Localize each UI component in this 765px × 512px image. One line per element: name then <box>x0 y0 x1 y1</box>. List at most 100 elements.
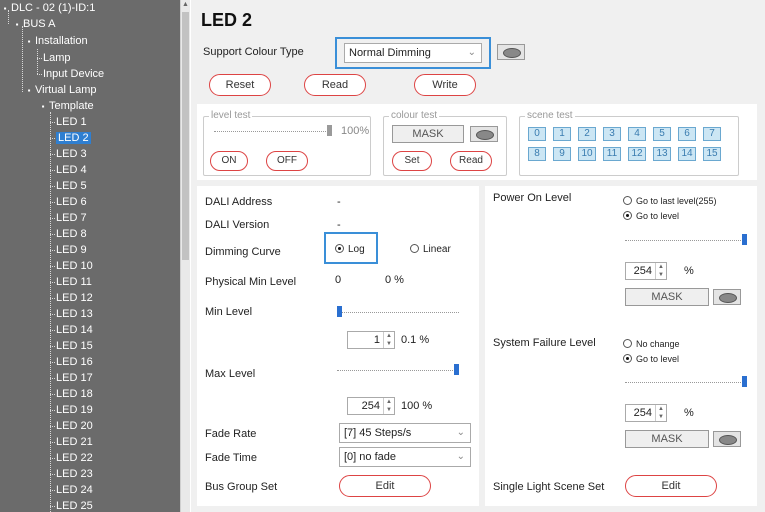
collapse-icon[interactable]: ▪ <box>26 83 32 99</box>
tree-item-led[interactable]: LED 8 <box>56 226 87 242</box>
system-failure-no-change-radio[interactable]: No change <box>623 339 680 349</box>
power-on-go-to-level-radio[interactable]: Go to level <box>623 211 679 221</box>
tree-item-led[interactable]: LED 4 <box>56 162 87 178</box>
colour-read-button[interactable]: Read <box>450 151 492 171</box>
tree-item-input-device[interactable]: Input Device <box>43 66 104 82</box>
radio-unchecked-icon <box>623 339 632 348</box>
slider-thumb[interactable] <box>454 364 459 375</box>
eye-icon[interactable] <box>713 431 741 447</box>
tree-item-led[interactable]: LED 24 <box>56 482 93 498</box>
system-failure-slider[interactable] <box>625 376 747 387</box>
off-button[interactable]: OFF <box>266 151 308 171</box>
tree-item-led[interactable]: LED 19 <box>56 402 93 418</box>
set-button[interactable]: Set <box>392 151 432 171</box>
scroll-up-icon[interactable]: ▲ <box>182 1 189 9</box>
scene-button[interactable]: 2 <box>578 127 596 141</box>
system-failure-input[interactable]: 254 ▲ ▼ <box>625 404 667 422</box>
tree-item-led[interactable]: LED 6 <box>56 194 87 210</box>
power-on-slider[interactable] <box>625 234 747 245</box>
tree-item-led[interactable]: LED 5 <box>56 178 87 194</box>
scene-button[interactable]: 7 <box>703 127 721 141</box>
max-level-input[interactable]: 254 ▲ ▼ <box>347 397 395 415</box>
tree-item-led[interactable]: LED 12 <box>56 290 93 306</box>
collapse-icon[interactable]: ▪ <box>26 34 32 50</box>
spinner-icon[interactable]: ▲ ▼ <box>383 332 394 348</box>
tree-item-bus[interactable]: ▪ BUS A <box>14 16 56 33</box>
slider-thumb[interactable] <box>742 234 747 245</box>
min-level-slider[interactable] <box>337 306 459 317</box>
scene-button[interactable]: 4 <box>628 127 646 141</box>
fade-time-select[interactable]: [0] no fade ⌄ <box>339 447 471 467</box>
tree-item-virtual-lamp[interactable]: ▪ Virtual Lamp <box>26 82 97 98</box>
collapse-icon[interactable]: ▪ <box>40 99 46 115</box>
tree-item-led[interactable]: LED 22 <box>56 450 93 466</box>
fade-rate-select[interactable]: [7] 45 Steps/s ⌄ <box>339 423 471 443</box>
tree-item-led[interactable]: LED 11 <box>56 274 92 290</box>
single-scene-edit-button[interactable]: Edit <box>625 475 717 497</box>
tree-item-led[interactable]: LED 13 <box>56 306 93 322</box>
spinner-icon[interactable]: ▲ ▼ <box>655 405 666 421</box>
read-button[interactable]: Read <box>304 74 366 96</box>
scene-button[interactable]: 12 <box>628 147 646 161</box>
scene-button[interactable]: 13 <box>653 147 671 161</box>
collapse-icon[interactable]: ▪ <box>14 17 20 33</box>
collapse-icon[interactable]: ▪ <box>2 1 8 17</box>
tree-item-led[interactable]: LED 10 <box>56 258 93 274</box>
scene-button[interactable]: 5 <box>653 127 671 141</box>
max-level-slider[interactable] <box>337 364 459 375</box>
tree-item-led[interactable]: LED 15 <box>56 338 93 354</box>
bus-group-edit-button[interactable]: Edit <box>339 475 431 497</box>
scene-button[interactable]: 3 <box>603 127 621 141</box>
tree-item-led[interactable]: LED 23 <box>56 466 93 482</box>
power-on-input[interactable]: 254 ▲ ▼ <box>625 262 667 280</box>
scene-button[interactable]: 9 <box>553 147 571 161</box>
eye-icon[interactable] <box>497 44 525 60</box>
tree-item-led[interactable]: LED 1 <box>56 114 87 130</box>
tree-item-led[interactable]: LED 18 <box>56 386 93 402</box>
scene-button[interactable]: 1 <box>553 127 571 141</box>
tree-item-led[interactable]: LED 21 <box>56 434 93 450</box>
power-on-last-level-radio[interactable]: Go to last level(255) <box>623 196 717 206</box>
log-radio[interactable]: Log <box>335 244 365 255</box>
colour-type-select[interactable]: Normal Dimming ⌄ <box>344 43 482 63</box>
spinner-icon[interactable]: ▲ ▼ <box>383 398 394 414</box>
tree-item-template[interactable]: ▪ Template <box>40 98 94 114</box>
scene-button[interactable]: 6 <box>678 127 696 141</box>
tree-item-led[interactable]: LED 16 <box>56 354 93 370</box>
linear-radio[interactable]: Linear <box>410 244 451 255</box>
tree-item-led[interactable]: LED 9 <box>56 242 87 258</box>
tree-item-led[interactable]: LED 7 <box>56 210 87 226</box>
scene-button[interactable]: 10 <box>578 147 596 161</box>
level-test-slider[interactable] <box>214 125 332 136</box>
scene-button[interactable]: 15 <box>703 147 721 161</box>
slider-thumb[interactable] <box>327 125 332 136</box>
tree-item-led[interactable]: LED 2 <box>56 130 91 146</box>
max-level-label: Max Level <box>205 368 256 380</box>
eye-icon[interactable] <box>470 126 498 142</box>
tree-item-led[interactable]: LED 25 <box>56 498 93 512</box>
write-button[interactable]: Write <box>414 74 476 96</box>
reset-button[interactable]: Reset <box>209 74 271 96</box>
scene-button[interactable]: 11 <box>603 147 621 161</box>
tree-item-led[interactable]: LED 3 <box>56 146 87 162</box>
device-tree[interactable]: ▪ DLC - 02 (1)-ID:1 ▪ BUS A ▪ Installation … <box>0 0 180 512</box>
tree-item-installation[interactable]: ▪ Installation <box>26 33 88 49</box>
tree-item-lamp[interactable]: Lamp <box>43 50 71 66</box>
slider-thumb[interactable] <box>337 306 342 317</box>
tree-item-root[interactable]: ▪ DLC - 02 (1)-ID:1 <box>2 0 96 17</box>
scrollbar-thumb[interactable] <box>182 12 189 260</box>
min-level-input[interactable]: 1 ▲ ▼ <box>347 331 395 349</box>
spinner-icon[interactable]: ▲ ▼ <box>655 263 666 279</box>
tree-item-led[interactable]: LED 17 <box>56 370 93 386</box>
on-button[interactable]: ON <box>210 151 248 171</box>
eye-icon[interactable] <box>713 289 741 305</box>
dali-version-label: DALI Version <box>205 219 270 231</box>
tree-item-led[interactable]: LED 14 <box>56 322 93 338</box>
system-failure-go-to-level-radio[interactable]: Go to level <box>623 354 679 364</box>
tree-scrollbar[interactable]: ▲ <box>180 0 190 512</box>
scene-button[interactable]: 0 <box>528 127 546 141</box>
tree-item-led[interactable]: LED 20 <box>56 418 93 434</box>
scene-button[interactable]: 8 <box>528 147 546 161</box>
scene-button[interactable]: 14 <box>678 147 696 161</box>
slider-thumb[interactable] <box>742 376 747 387</box>
